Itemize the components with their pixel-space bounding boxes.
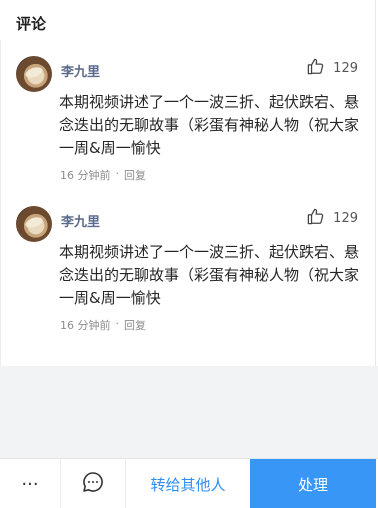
reply-link[interactable]: 回复 xyxy=(124,317,146,333)
user-avatar-icon[interactable] xyxy=(16,206,52,242)
like-count: 129 xyxy=(333,60,358,76)
forward-button[interactable]: 转给其他人 xyxy=(126,459,250,508)
thumbs-up-icon[interactable] xyxy=(306,57,325,80)
like-count: 129 xyxy=(333,210,358,226)
comment-time: 16 分钟前 xyxy=(60,319,111,332)
bottom-action-bar: ··· 转给其他人 处理 xyxy=(0,458,378,508)
empty-background xyxy=(0,366,378,458)
comment-meta: 16 分钟前 · 回复 xyxy=(60,317,146,333)
like-button[interactable]: 129 xyxy=(306,58,358,78)
thumbs-up-icon[interactable] xyxy=(306,207,325,230)
more-icon: ··· xyxy=(21,473,39,495)
comment-meta: 16 分钟前 · 回复 xyxy=(60,167,146,183)
comment-time: 16 分钟前 xyxy=(60,169,111,182)
reply-link[interactable]: 回复 xyxy=(124,167,146,183)
meta-separator: · xyxy=(115,167,120,180)
comment-button[interactable] xyxy=(61,459,126,508)
section-title: 评论 xyxy=(16,15,47,33)
like-button[interactable]: 129 xyxy=(306,208,358,228)
user-avatar-icon[interactable] xyxy=(16,56,52,92)
comment-item: 李九里 129 本期视频讲述了一个一波三折、起伏跌宕、悬念迭出的无聊故事（彩蛋有… xyxy=(0,56,376,196)
meta-separator: · xyxy=(115,317,120,330)
chat-bubble-icon xyxy=(81,470,105,498)
comment-text: 本期视频讲述了一个一波三折、起伏跌宕、悬念迭出的无聊故事（彩蛋有神秘人物（祝大家… xyxy=(59,93,360,157)
comment-author[interactable]: 李九里 xyxy=(61,211,100,230)
comment-author[interactable]: 李九里 xyxy=(61,61,100,80)
handle-button[interactable]: 处理 xyxy=(250,459,376,508)
more-button[interactable]: ··· xyxy=(0,459,61,508)
comment-text: 本期视频讲述了一个一波三折、起伏跌宕、悬念迭出的无聊故事（彩蛋有神秘人物（祝大家… xyxy=(59,243,360,307)
comment-item: 李九里 129 本期视频讲述了一个一波三折、起伏跌宕、悬念迭出的无聊故事（彩蛋有… xyxy=(0,206,376,346)
page: 评论 李九里 129 本期视频讲述了一个一波三折、起伏跌宕、悬念迭出的无聊故事（… xyxy=(0,0,378,508)
comments-card: 评论 李九里 129 本期视频讲述了一个一波三折、起伏跌宕、悬念迭出的无聊故事（… xyxy=(0,0,376,366)
